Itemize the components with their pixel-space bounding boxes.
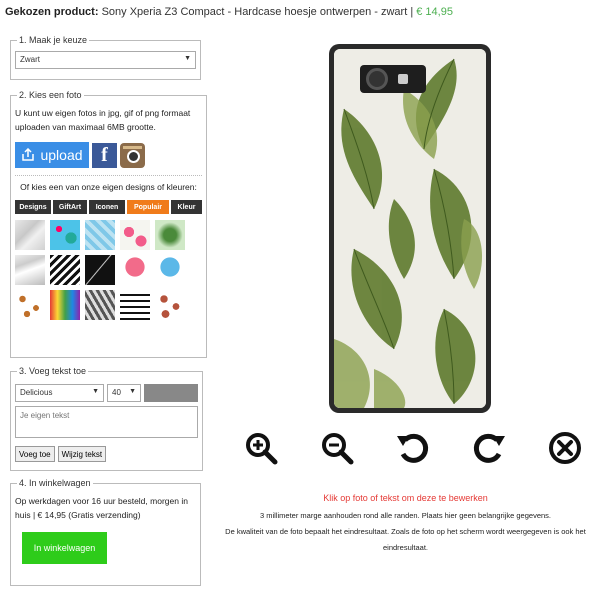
edit-text-button[interactable]: Wijzig tekst <box>57 446 107 462</box>
edit-hint: Klik op foto of tekst om deze te bewerke… <box>323 493 488 503</box>
step4-panel: 4. In winkelwagen Op werkdagen voor 16 u… <box>10 478 201 586</box>
step4-legend: 4. In winkelwagen <box>19 478 91 488</box>
design-tile[interactable] <box>155 220 185 250</box>
design-tabs: Designs GiftArt Iconen Populair Kleur <box>15 200 202 214</box>
font-select-value: Delicious <box>20 388 53 397</box>
upload-description: U kunt uw eigen fotos in jpg, gif of png… <box>15 108 191 132</box>
design-grid <box>15 220 202 320</box>
quality-note: De kwaliteit van de foto bepaalt het ein… <box>225 527 586 552</box>
design-tile[interactable] <box>15 255 45 285</box>
text-input[interactable] <box>15 406 198 438</box>
designs-intro: Of kies een van onze eigen designs of kl… <box>20 182 197 192</box>
chevron-down-icon: ▼ <box>92 388 99 395</box>
design-canvas[interactable] <box>213 36 593 422</box>
step1-legend: 1. Maak je keuze <box>19 35 88 45</box>
design-tile[interactable] <box>120 255 150 285</box>
zoom-in-icon[interactable] <box>243 430 279 466</box>
color-select-value: Zwart <box>20 55 40 64</box>
delete-icon[interactable] <box>547 430 583 466</box>
design-tile[interactable] <box>15 220 45 250</box>
design-tile[interactable] <box>155 290 185 320</box>
tab-iconen[interactable]: Iconen <box>89 200 125 214</box>
margin-note: 3 millimeter marge aanhouden rond alle r… <box>259 511 552 520</box>
chevron-down-icon: ▼ <box>129 388 136 395</box>
add-to-cart-button[interactable]: In winkelwagen <box>22 532 107 564</box>
design-tile[interactable] <box>120 220 150 250</box>
divider <box>15 175 202 176</box>
upload-label: upload <box>40 147 83 163</box>
tab-populair[interactable]: Populair <box>127 200 169 214</box>
product-name: Sony Xperia Z3 Compact - Hardcase hoesje… <box>101 6 414 18</box>
step1-panel: 1. Maak je keuze Zwart ▼ <box>10 35 201 80</box>
design-tile[interactable] <box>85 255 115 285</box>
rotate-left-icon[interactable] <box>395 430 431 466</box>
design-tile[interactable] <box>85 290 115 320</box>
step3-panel: 3. Voeg tekst toe Delicious ▼ 40 ▼ Voeg … <box>10 366 203 471</box>
editor-toolbar <box>243 430 583 466</box>
design-tile[interactable] <box>50 255 80 285</box>
product-header: Gekozen product: Sony Xperia Z3 Compact … <box>5 6 453 18</box>
delivery-text: Op werkdagen voor 16 uur besteld, morgen… <box>15 496 188 520</box>
font-select[interactable]: Delicious ▼ <box>15 384 104 402</box>
facebook-icon[interactable]: f <box>92 142 117 168</box>
phone-case-preview[interactable] <box>329 44 491 413</box>
tab-kleur[interactable]: Kleur <box>171 200 202 214</box>
color-select[interactable]: Zwart ▼ <box>15 51 196 69</box>
case-artwork[interactable] <box>334 49 486 408</box>
design-tile[interactable] <box>155 255 185 285</box>
upload-button[interactable]: upload <box>15 142 89 168</box>
design-tile[interactable] <box>85 220 115 250</box>
step2-legend: 2. Kies een foto <box>19 90 82 100</box>
instagram-icon[interactable] <box>120 142 145 168</box>
editor-info: Klik op foto of tekst om deze te bewerke… <box>213 493 598 556</box>
palm-leaf-pattern <box>334 49 486 408</box>
header-label: Gekozen product: <box>5 6 99 18</box>
camera-flash <box>398 74 408 84</box>
camera-lens <box>366 68 388 90</box>
zoom-out-icon[interactable] <box>319 430 355 466</box>
size-select-value: 40 <box>112 388 121 397</box>
tab-designs[interactable]: Designs <box>15 200 51 214</box>
rotate-right-icon[interactable] <box>471 430 507 466</box>
design-tile[interactable] <box>50 220 80 250</box>
color-swatch[interactable] <box>144 384 198 402</box>
tab-giftart[interactable]: GiftArt <box>53 200 87 214</box>
size-select[interactable]: 40 ▼ <box>107 384 141 402</box>
design-tile[interactable] <box>15 290 45 320</box>
step3-legend: 3. Voeg tekst toe <box>19 366 87 376</box>
add-text-button[interactable]: Voeg toe <box>15 446 55 462</box>
product-price: € 14,95 <box>416 6 453 18</box>
step2-panel: 2. Kies een foto U kunt uw eigen fotos i… <box>10 90 207 358</box>
design-tile[interactable] <box>120 290 150 320</box>
camera-cutout <box>360 65 426 93</box>
design-tile[interactable] <box>50 290 80 320</box>
chevron-down-icon: ▼ <box>184 55 191 62</box>
upload-icon <box>22 148 35 161</box>
